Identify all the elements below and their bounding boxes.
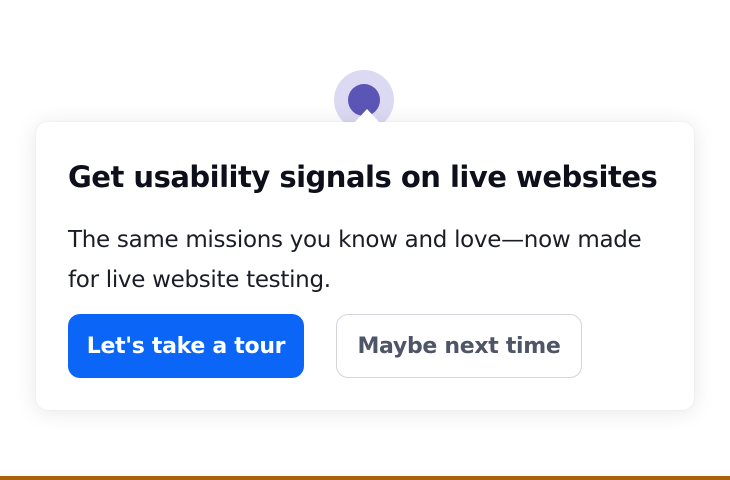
tour-popover: Get usability signals on live websites T…	[36, 109, 694, 410]
take-tour-button[interactable]: Let's take a tour	[68, 314, 304, 378]
bottom-accent-bar	[0, 476, 730, 480]
popover-title: Get usability signals on live websites	[68, 160, 658, 194]
maybe-next-time-button[interactable]: Maybe next time	[336, 314, 582, 378]
popover-description: The same missions you know and love—now …	[68, 227, 642, 293]
popover-pointer	[354, 109, 380, 123]
popover-actions: Let's take a tour Maybe next time	[68, 314, 582, 378]
